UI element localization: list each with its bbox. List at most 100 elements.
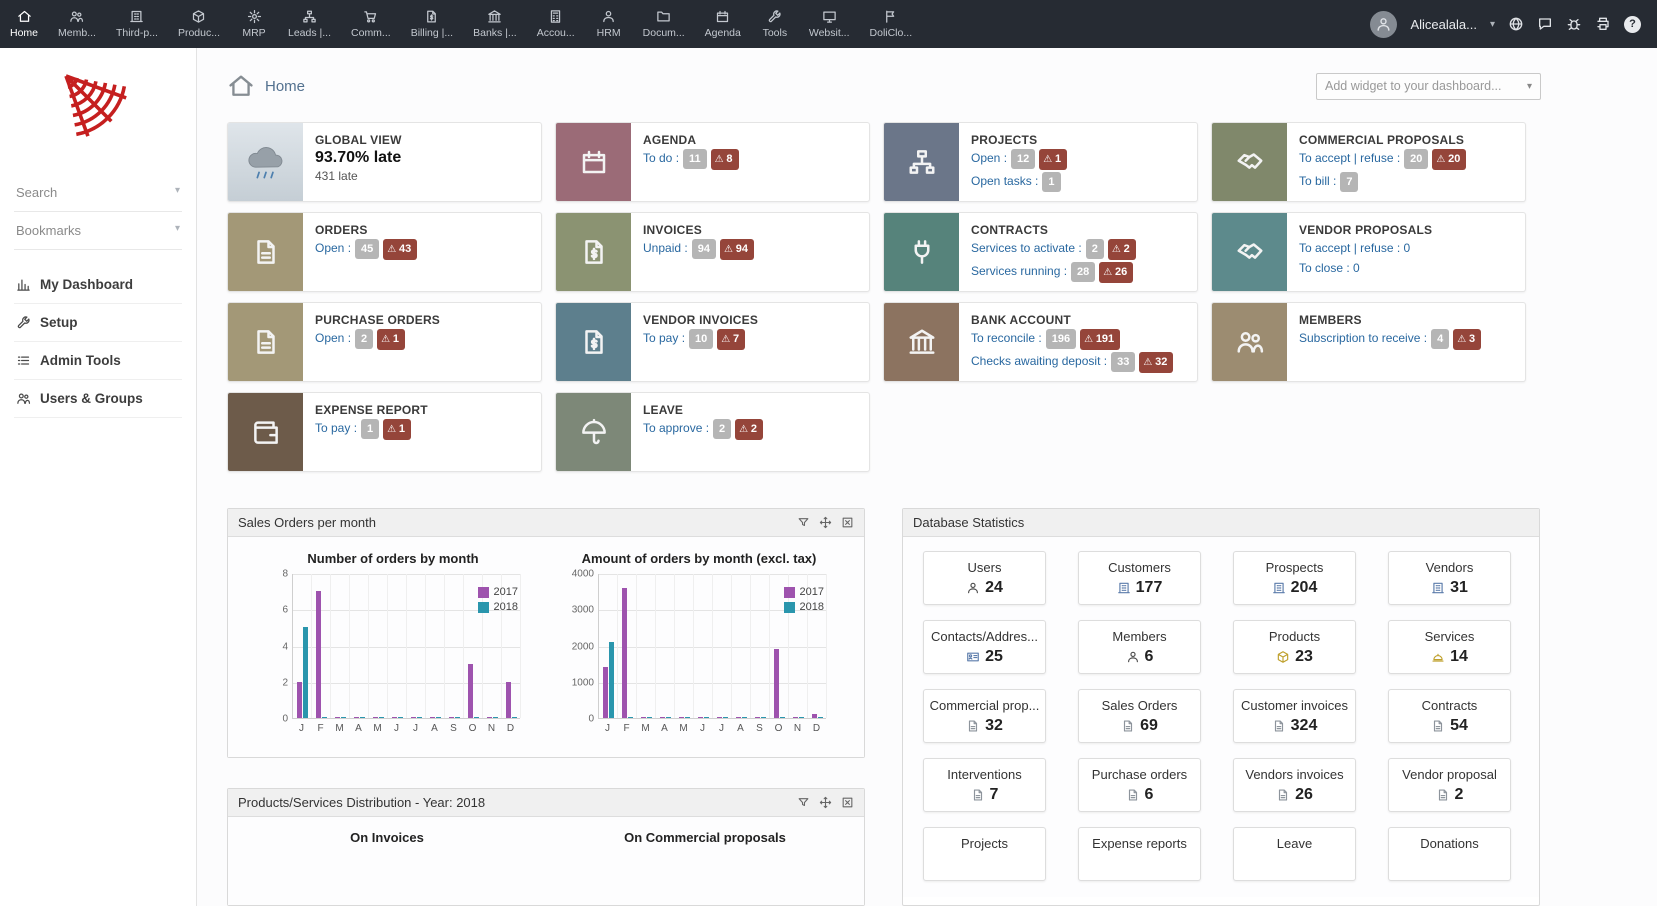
widget-title[interactable]: CONTRACTS xyxy=(971,223,1136,237)
widget-link[interactable]: To pay : xyxy=(315,421,357,435)
stat-card-contracts[interactable]: Contracts54 xyxy=(1388,689,1511,743)
stat-card-interventions[interactable]: Interventions7 xyxy=(923,758,1046,812)
add-widget-dropdown[interactable]: Add widget to your dashboard... ▾ xyxy=(1316,73,1541,100)
invoices-tile[interactable] xyxy=(556,213,631,291)
search-dropdown[interactable]: Search ▾ xyxy=(14,174,182,212)
stat-card-donations[interactable]: Donations xyxy=(1388,827,1511,881)
widget-title[interactable]: VENDOR INVOICES xyxy=(643,313,758,327)
purchase-orders-tile[interactable] xyxy=(228,303,303,381)
orders-tile[interactable] xyxy=(228,213,303,291)
projects-tile[interactable] xyxy=(884,123,959,201)
widget-link[interactable]: Services running : xyxy=(971,264,1067,278)
widget-title[interactable]: AGENDA xyxy=(643,133,739,147)
leave-tile[interactable] xyxy=(556,393,631,471)
global-view-tile[interactable] xyxy=(228,123,303,201)
commercial-proposals-tile[interactable] xyxy=(1212,123,1287,201)
move-icon[interactable] xyxy=(819,796,832,809)
stat-card-customer-invoices[interactable]: Customer invoices324 xyxy=(1233,689,1356,743)
widget-link[interactable]: To bill : xyxy=(1299,174,1336,188)
widget-title[interactable]: PURCHASE ORDERS xyxy=(315,313,440,327)
widget-link[interactable]: To approve : xyxy=(643,421,709,435)
widget-link[interactable]: Subscription to receive : xyxy=(1299,331,1427,345)
vendor-invoices-tile[interactable] xyxy=(556,303,631,381)
sidebar-item-users-groups[interactable]: Users & Groups xyxy=(14,380,182,418)
nav-item-commerce[interactable]: Comm... xyxy=(341,0,401,48)
widget-title[interactable]: EXPENSE REPORT xyxy=(315,403,428,417)
widget-link[interactable]: Unpaid : xyxy=(643,241,688,255)
stat-card-customers[interactable]: Customers177 xyxy=(1078,551,1201,605)
nav-item-leads[interactable]: Leads |... xyxy=(278,0,341,48)
nav-item-mrp[interactable]: MRP xyxy=(230,0,278,48)
widget-link[interactable]: To accept | refuse : 0 xyxy=(1299,241,1410,255)
widget-link[interactable]: Open : xyxy=(315,331,351,345)
widget-title[interactable]: ORDERS xyxy=(315,223,417,237)
stat-card-sales-orders[interactable]: Sales Orders69 xyxy=(1078,689,1201,743)
agenda-tile[interactable] xyxy=(556,123,631,201)
widget-link[interactable]: Open : xyxy=(315,241,351,255)
widget-title[interactable]: VENDOR PROPOSALS xyxy=(1299,223,1432,237)
stat-card-services[interactable]: Services14 xyxy=(1388,620,1511,674)
widget-link[interactable]: To pay : xyxy=(643,331,685,345)
widget-title[interactable]: GLOBAL VIEW xyxy=(315,133,402,147)
widget-link[interactable]: To reconcile : xyxy=(971,331,1042,345)
widget-link[interactable]: Checks awaiting deposit : xyxy=(971,354,1107,368)
chat-icon[interactable] xyxy=(1537,16,1553,32)
nav-item-billing[interactable]: Billing |... xyxy=(401,0,463,48)
sidebar-item-admin-tools[interactable]: Admin Tools xyxy=(14,342,182,380)
nav-item-tools[interactable]: Tools xyxy=(751,0,799,48)
close-icon[interactable] xyxy=(841,516,854,529)
nav-item-banks[interactable]: Banks |... xyxy=(463,0,527,48)
stat-card-prospects[interactable]: Prospects204 xyxy=(1233,551,1356,605)
nav-item-dolicloud[interactable]: DoliClo... xyxy=(860,0,923,48)
stat-card-projects[interactable]: Projects xyxy=(923,827,1046,881)
widget-title[interactable]: BANK ACCOUNT xyxy=(971,313,1173,327)
bug-icon[interactable] xyxy=(1566,16,1582,32)
widget-title[interactable]: MEMBERS xyxy=(1299,313,1481,327)
nav-item-agenda[interactable]: Agenda xyxy=(695,0,751,48)
sidebar-item-setup[interactable]: Setup xyxy=(14,304,182,342)
filter-icon[interactable] xyxy=(797,516,810,529)
help-icon[interactable]: ? xyxy=(1624,16,1641,33)
stat-card-leave[interactable]: Leave xyxy=(1233,827,1356,881)
contracts-tile[interactable] xyxy=(884,213,959,291)
move-icon[interactable] xyxy=(819,516,832,529)
stat-card-contacts[interactable]: Contacts/Addres...25 xyxy=(923,620,1046,674)
widget-title[interactable]: INVOICES xyxy=(643,223,754,237)
widget-link[interactable]: To do : xyxy=(643,151,679,165)
nav-item-products[interactable]: Produc... xyxy=(168,0,230,48)
widget-link[interactable]: Services to activate : xyxy=(971,241,1082,255)
nav-item-accounting[interactable]: Accou... xyxy=(527,0,585,48)
nav-item-third-parties[interactable]: Third-p... xyxy=(106,0,168,48)
stat-card-commercial-proposals[interactable]: Commercial prop...32 xyxy=(923,689,1046,743)
widget-link[interactable]: Open : xyxy=(971,151,1007,165)
vendor-proposals-tile[interactable] xyxy=(1212,213,1287,291)
nav-item-documents[interactable]: Docum... xyxy=(633,0,695,48)
stat-card-expense-reports[interactable]: Expense reports xyxy=(1078,827,1201,881)
filter-icon[interactable] xyxy=(797,796,810,809)
print-icon[interactable] xyxy=(1595,16,1611,32)
nav-item-home[interactable]: Home xyxy=(0,0,48,48)
user-menu[interactable]: Alicealala... xyxy=(1410,17,1476,32)
sidebar-item-my-dashboard[interactable]: My Dashboard xyxy=(14,266,182,304)
nav-item-members[interactable]: Memb... xyxy=(48,0,106,48)
widget-title[interactable]: LEAVE xyxy=(643,403,763,417)
stat-card-vendor-proposal[interactable]: Vendor proposal2 xyxy=(1388,758,1511,812)
close-icon[interactable] xyxy=(841,796,854,809)
home-icon[interactable] xyxy=(227,72,255,100)
nav-item-hrm[interactable]: HRM xyxy=(585,0,633,48)
stat-card-products[interactable]: Products23 xyxy=(1233,620,1356,674)
stat-card-members[interactable]: Members6 xyxy=(1078,620,1201,674)
stat-card-purchase-orders[interactable]: Purchase orders6 xyxy=(1078,758,1201,812)
nav-item-website[interactable]: Websit... xyxy=(799,0,860,48)
stat-card-users[interactable]: Users24 xyxy=(923,551,1046,605)
widget-link[interactable]: Open tasks : xyxy=(971,174,1038,188)
bookmarks-dropdown[interactable]: Bookmarks ▾ xyxy=(14,212,182,250)
stat-card-vendors[interactable]: Vendors31 xyxy=(1388,551,1511,605)
stat-card-vendors-invoices[interactable]: Vendors invoices26 xyxy=(1233,758,1356,812)
user-avatar[interactable] xyxy=(1370,11,1397,38)
expense-report-tile[interactable] xyxy=(228,393,303,471)
widget-link[interactable]: To accept | refuse : xyxy=(1299,151,1400,165)
widget-title[interactable]: COMMERCIAL PROPOSALS xyxy=(1299,133,1466,147)
widget-link[interactable]: To close : 0 xyxy=(1299,261,1360,275)
widget-title[interactable]: PROJECTS xyxy=(971,133,1067,147)
